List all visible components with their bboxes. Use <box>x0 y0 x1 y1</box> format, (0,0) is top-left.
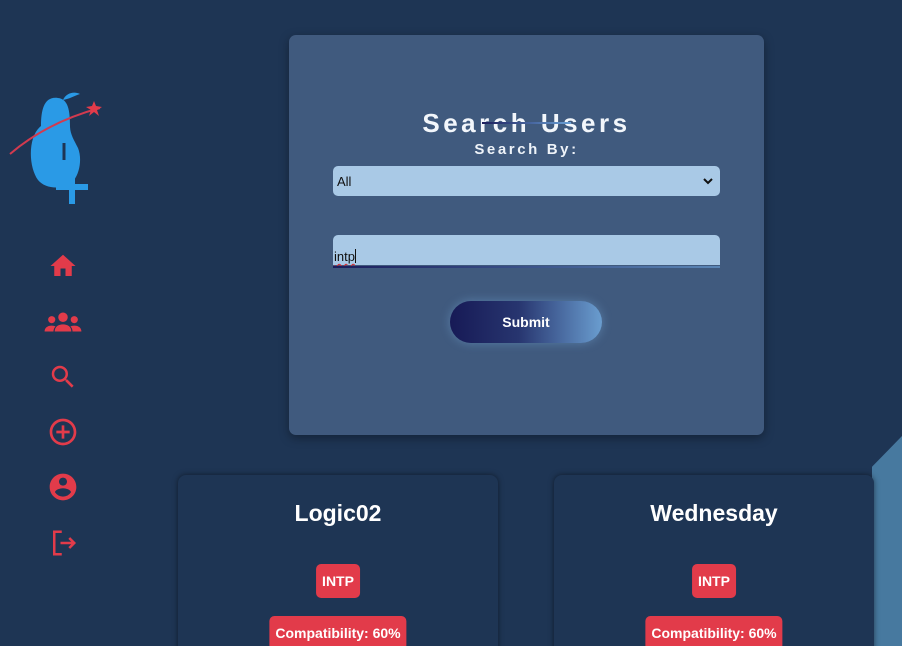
decorative-edge <box>872 436 902 646</box>
title-underline <box>482 122 571 124</box>
user-name: Wednesday <box>650 500 778 526</box>
personality-type-badge: INTP <box>692 564 736 598</box>
add-circle-icon <box>49 418 77 446</box>
user-card[interactable]: Wednesday INTP Compatibility: 60% <box>554 475 874 646</box>
compatibility-badge: Compatibility: 60% <box>269 616 407 646</box>
users-icon <box>44 312 82 332</box>
pear-logo-icon[interactable] <box>8 88 108 210</box>
chevron-down-icon <box>703 178 713 185</box>
home-icon <box>50 254 76 276</box>
search-by-label: Search By: <box>474 141 579 158</box>
logout-icon <box>53 530 77 556</box>
user-name: Logic02 <box>294 500 382 526</box>
nav-profile[interactable] <box>42 467 84 507</box>
personality-type-badge: INTP <box>316 564 360 598</box>
search-by-selected-value: All <box>337 173 352 189</box>
submit-button[interactable]: Submit <box>450 301 602 343</box>
search-by-select[interactable]: All <box>333 166 720 196</box>
input-underline <box>333 266 720 268</box>
text-caret <box>354 249 356 263</box>
search-panel: Search Users Search By: All intp Submit <box>289 35 764 435</box>
nav-add[interactable] <box>42 412 84 452</box>
nav-search[interactable] <box>42 357 84 397</box>
search-input[interactable]: intp <box>333 235 720 265</box>
account-icon <box>49 473 77 501</box>
nav-groups[interactable] <box>42 302 84 342</box>
search-icon <box>51 365 74 388</box>
nav-logout[interactable] <box>42 523 84 563</box>
page: Search Users Search By: All intp Submit … <box>0 0 902 646</box>
user-card[interactable]: Logic02 INTP Compatibility: 60% <box>178 475 498 646</box>
nav-home[interactable] <box>42 246 84 286</box>
search-input-value: intp <box>334 249 355 264</box>
compatibility-badge: Compatibility: 60% <box>645 616 783 646</box>
